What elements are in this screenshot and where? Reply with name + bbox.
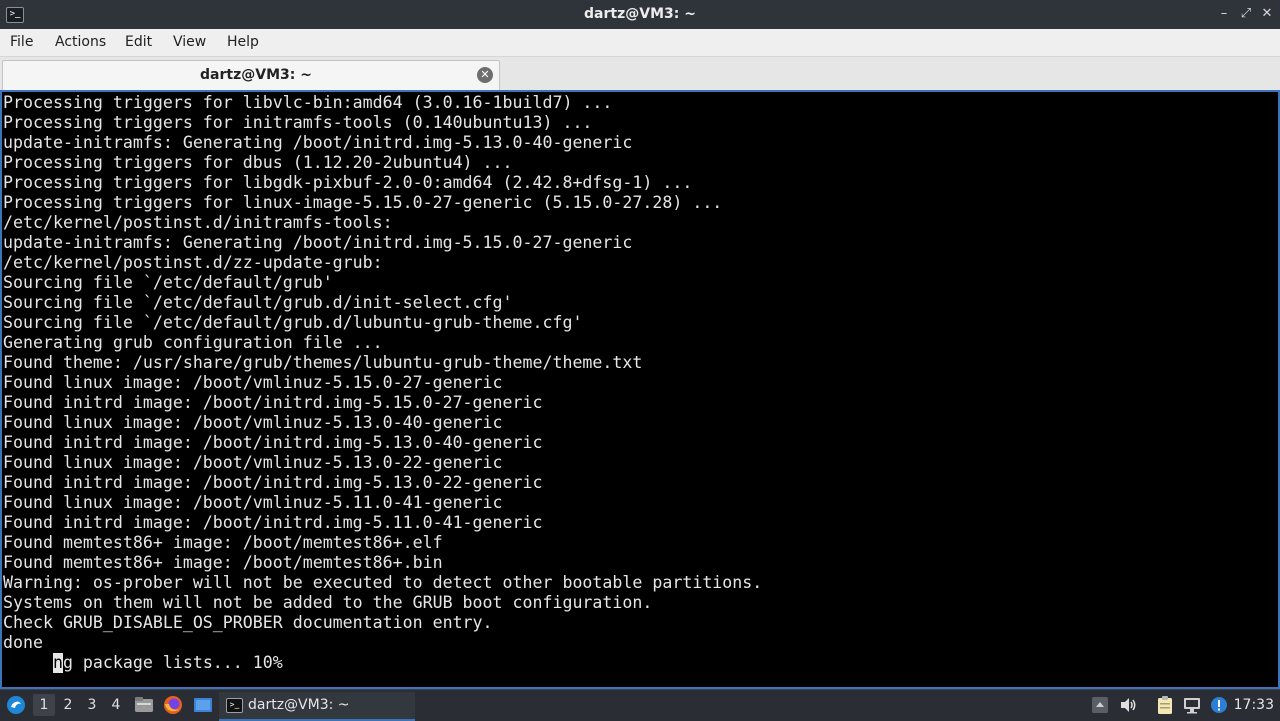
terminal-line: Processing triggers for libgdk-pixbuf-2.… [3, 173, 693, 192]
terminal-line: Processing triggers for linux-image-5.15… [3, 193, 723, 212]
text-cursor: n [52, 653, 63, 673]
close-button[interactable]: ✕ [1259, 6, 1275, 22]
terminal-line: Found linux image: /boot/vmlinuz-5.15.0-… [3, 373, 503, 392]
clipboard-icon[interactable] [1155, 695, 1175, 715]
file-manager-icon[interactable] [134, 695, 154, 715]
desktop-1[interactable]: 1 [33, 694, 55, 716]
terminal-output: Processing triggers for libvlc-bin:amd64… [3, 93, 762, 653]
terminal-progress-line: ng package lists... 10% [3, 653, 283, 673]
terminal-line: Found theme: /usr/share/grub/themes/lubu… [3, 353, 643, 372]
tab-terminal[interactable]: dartz@VM3: ~ ✕ [2, 60, 500, 90]
terminal-line: Found linux image: /boot/vmlinuz-5.13.0-… [3, 453, 503, 472]
terminal-line: Found memtest86+ image: /boot/memtest86+… [3, 533, 443, 552]
terminal-line: Generating grub configuration file ... [3, 333, 383, 352]
menu-file[interactable]: File [10, 29, 33, 56]
terminal-line: Found memtest86+ image: /boot/memtest86+… [3, 553, 443, 572]
terminal-line: update-initramfs: Generating /boot/initr… [3, 233, 633, 252]
menu-view[interactable]: View [173, 29, 206, 56]
desktop-4[interactable]: 4 [105, 694, 127, 716]
minimize-button[interactable]: – [1216, 6, 1232, 22]
terminal-view[interactable]: Processing triggers for libvlc-bin:amd64… [0, 90, 1280, 689]
desktop-3[interactable]: 3 [81, 694, 103, 716]
show-desktop-icon[interactable] [193, 695, 213, 715]
terminal-line: Check GRUB_DISABLE_OS_PROBER documentati… [3, 613, 493, 632]
terminal-icon: >_ [226, 698, 243, 713]
terminal-line: Systems on them will not be added to the… [3, 593, 653, 612]
progress-text: g package lists... 10% [62, 653, 283, 672]
close-circle-icon[interactable]: ✕ [477, 67, 493, 83]
tab-label: dartz@VM3: ~ [200, 67, 312, 83]
menu-bar: File Actions Edit View Help [0, 29, 1280, 57]
menu-edit[interactable]: Edit [125, 29, 152, 56]
window-titlebar[interactable]: >_ dartz@VM3: ~ – ⤢ ✕ [0, 0, 1280, 29]
volume-icon[interactable] [1118, 695, 1138, 715]
desktop-2[interactable]: 2 [57, 694, 79, 716]
terminal-line: Found initrd image: /boot/initrd.img-5.1… [3, 393, 543, 412]
menu-actions[interactable]: Actions [55, 29, 106, 56]
terminal-line: Warning: os-prober will not be executed … [3, 573, 763, 592]
progress-indent [3, 653, 53, 672]
terminal-line: Sourcing file `/etc/default/grub.d/lubun… [3, 313, 583, 332]
firefox-icon[interactable] [163, 695, 183, 715]
terminal-line: Found initrd image: /boot/initrd.img-5.1… [3, 473, 543, 492]
menu-help[interactable]: Help [227, 29, 259, 56]
terminal-line: Sourcing file `/etc/default/grub' [3, 273, 333, 292]
terminal-line: Found linux image: /boot/vmlinuz-5.13.0-… [3, 413, 503, 432]
terminal-line: Found initrd image: /boot/initrd.img-5.1… [3, 433, 543, 452]
update-notifier-icon[interactable] [1209, 695, 1229, 715]
terminal-line: Processing triggers for libvlc-bin:amd64… [3, 93, 613, 112]
lubuntu-logo-icon[interactable] [6, 695, 26, 715]
terminal-line: Processing triggers for dbus (1.12.20-2u… [3, 153, 513, 172]
clock[interactable]: 17:33 [1234, 690, 1274, 721]
network-icon[interactable] [1182, 695, 1202, 715]
terminal-line: /etc/kernel/postinst.d/zz-update-grub: [3, 253, 383, 272]
tray-arrow-icon[interactable] [1090, 695, 1110, 715]
terminal-line: Found linux image: /boot/vmlinuz-5.11.0-… [3, 493, 503, 512]
window-title: dartz@VM3: ~ [584, 6, 696, 22]
taskbar-task-terminal[interactable]: >_ dartz@VM3: ~ [219, 692, 415, 721]
terminal-line: update-initramfs: Generating /boot/initr… [3, 133, 633, 152]
terminal-line: Found initrd image: /boot/initrd.img-5.1… [3, 513, 543, 532]
restore-button[interactable]: ⤢ [1238, 6, 1254, 22]
taskbar-task-label: dartz@VM3: ~ [248, 697, 350, 713]
tab-bar: dartz@VM3: ~ ✕ [0, 57, 1280, 90]
terminal-line: done [3, 633, 43, 652]
terminal-line: Processing triggers for initramfs-tools … [3, 113, 593, 132]
terminal-line: Sourcing file `/etc/default/grub.d/init-… [3, 293, 513, 312]
taskbar: 1 2 3 4 >_ dartz@VM3: ~ 17:33 [0, 689, 1280, 721]
terminal-line: /etc/kernel/postinst.d/initramfs-tools: [3, 213, 393, 232]
